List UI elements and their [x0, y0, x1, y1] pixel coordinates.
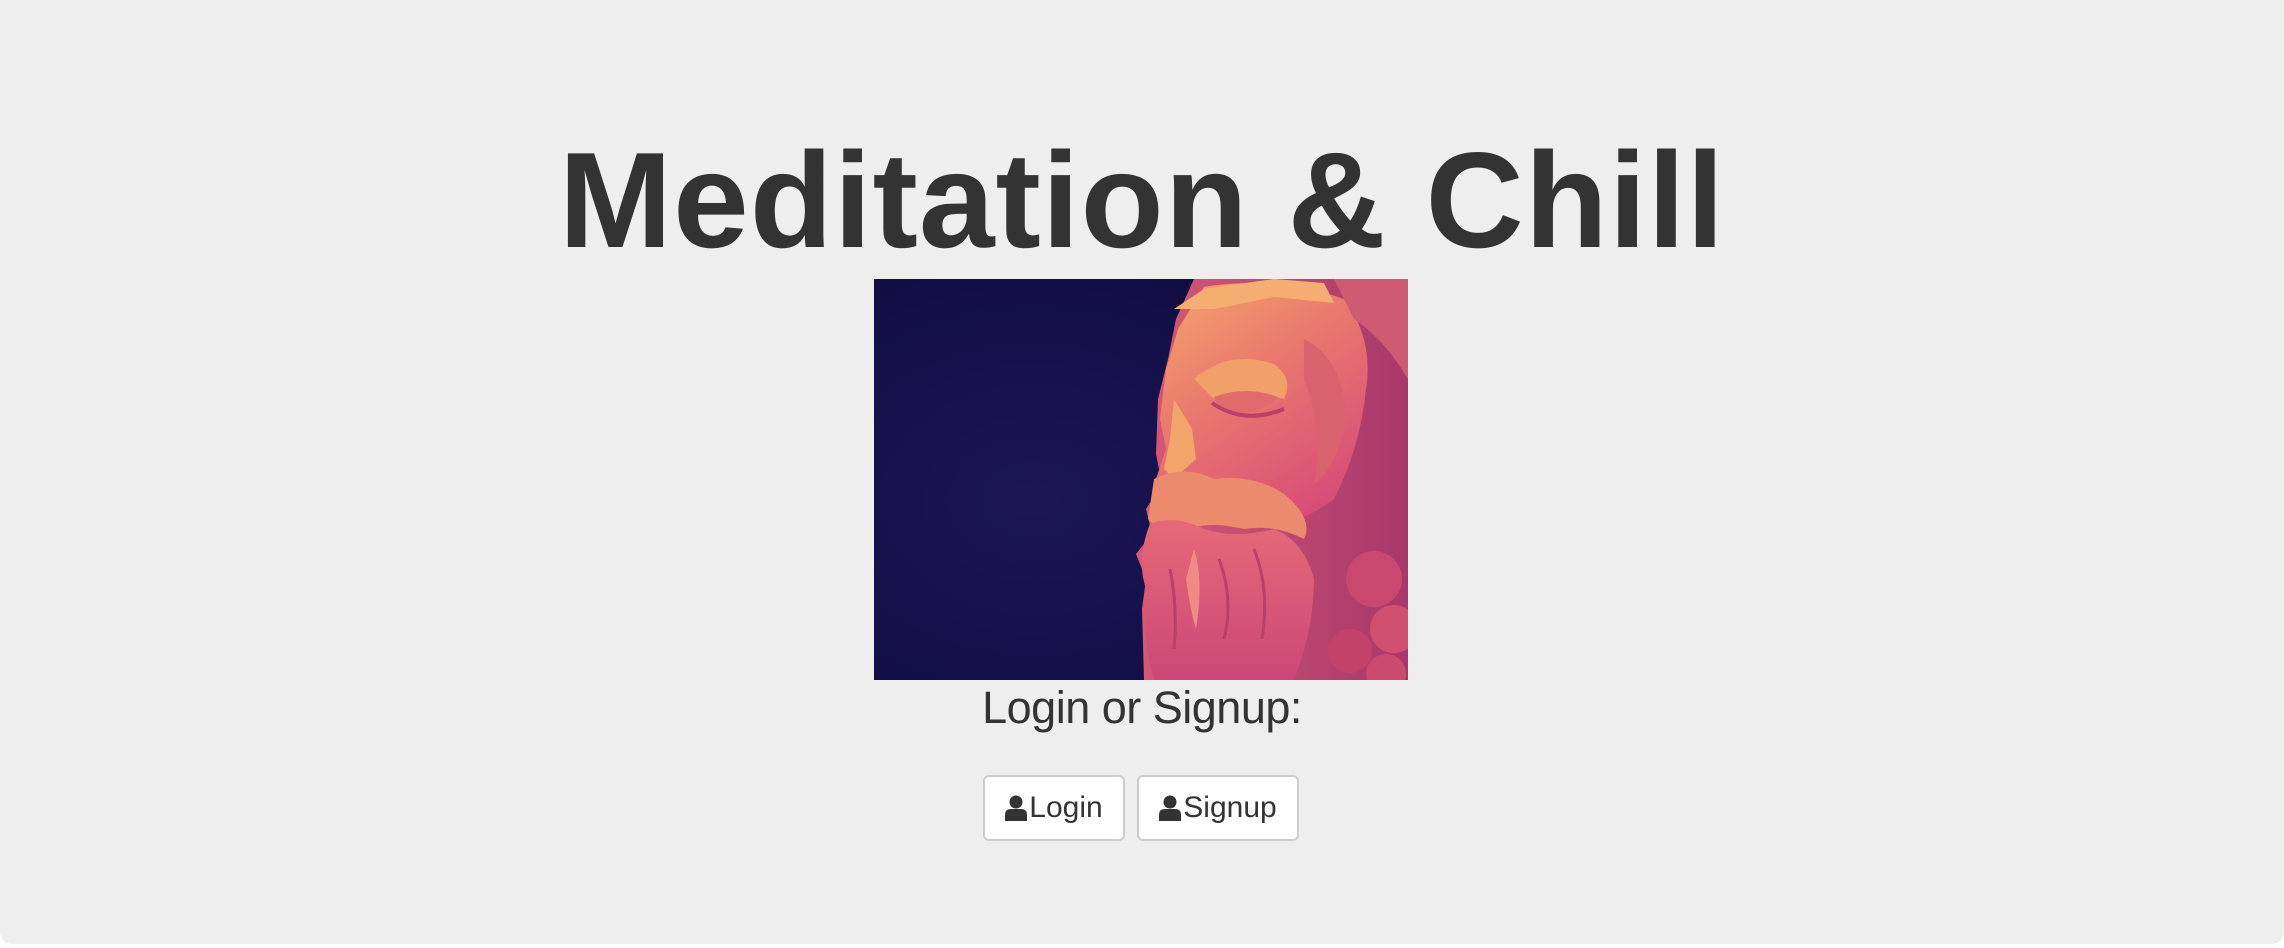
login-prompt: Login or Signup:: [982, 682, 1302, 733]
user-icon: [1159, 795, 1182, 821]
page-title: Meditation & Chill: [558, 124, 1726, 276]
user-icon: [1005, 795, 1028, 821]
jumbotron: Meditation & Chill Login or Signup: Logi…: [0, 0, 2284, 944]
login-button[interactable]: Login: [983, 775, 1125, 841]
signup-button-label: Signup: [1183, 791, 1277, 824]
hero-image: [874, 279, 1408, 680]
signup-button[interactable]: Signup: [1137, 775, 1299, 841]
login-button-label: Login: [1029, 791, 1103, 824]
